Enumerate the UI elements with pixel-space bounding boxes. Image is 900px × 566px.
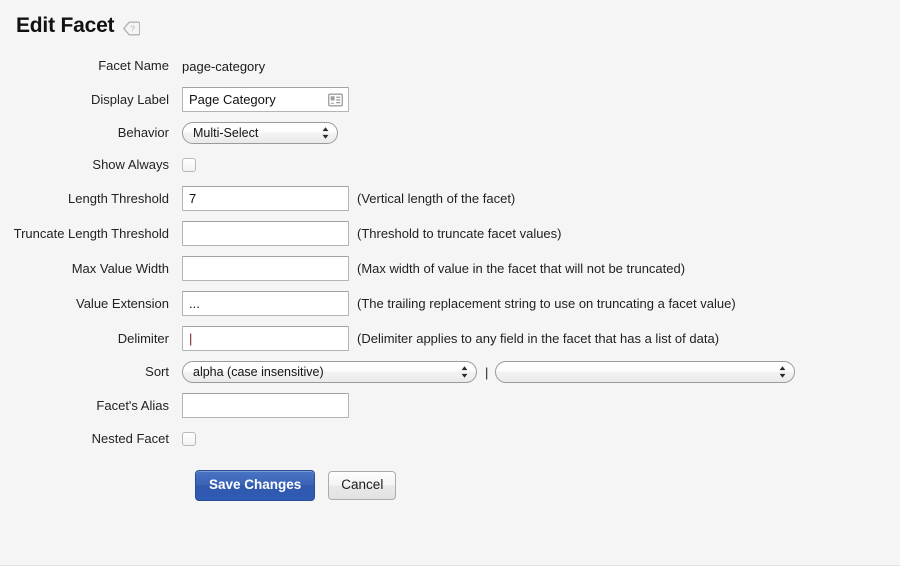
sort-separator: | — [485, 364, 489, 380]
form-row-max-value-width: Max Value Width (Max width of value in t… — [0, 256, 900, 281]
facet-name-value: page-category — [182, 58, 266, 74]
page-header: Edit Facet ? — [0, 0, 900, 38]
truncate-length-threshold-input[interactable] — [182, 221, 349, 246]
help-tag-icon[interactable]: ? — [123, 21, 141, 36]
edit-facet-form: Facet Name page-category Display Label P… — [0, 55, 900, 501]
label-max-value-width: Max Value Width — [71, 260, 169, 276]
label-length-threshold: Length Threshold — [68, 190, 169, 206]
behavior-select[interactable]: Multi-Select — [182, 122, 338, 144]
form-row-display-label: Display Label — [0, 87, 900, 112]
contact-card-icon[interactable] — [328, 93, 343, 106]
form-row-value-extension: Value Extension (The trailing replacemen… — [0, 291, 900, 316]
cancel-button[interactable]: Cancel — [328, 471, 397, 500]
form-actions: Save Changes Cancel — [0, 470, 900, 501]
value-extension-input[interactable] — [182, 291, 349, 316]
hint-delimiter: (Delimiter applies to any field in the f… — [357, 331, 720, 346]
form-row-nested-facet: Nested Facet — [0, 428, 900, 450]
form-row-truncate-length-threshold: Truncate Length Threshold (Threshold to … — [0, 221, 900, 246]
form-row-behavior: Behavior Multi-Select — [0, 122, 900, 144]
label-facet-alias: Facet's Alias — [96, 397, 169, 413]
length-threshold-input[interactable] — [182, 186, 349, 211]
display-label-input[interactable] — [182, 87, 349, 112]
page-title: Edit Facet — [16, 14, 115, 37]
hint-max-value-width: (Max width of value in the facet that wi… — [357, 261, 686, 276]
label-truncate-length-threshold: Truncate Length Threshold — [13, 225, 169, 241]
label-behavior: Behavior — [117, 125, 169, 140]
form-row-delimiter: Delimiter (Delimiter applies to any fiel… — [0, 326, 900, 351]
hint-truncate-length-threshold: (Threshold to truncate facet values) — [357, 226, 562, 241]
max-value-width-input[interactable] — [182, 256, 349, 281]
hint-value-extension: (The trailing replacement string to use … — [357, 296, 736, 311]
svg-text:?: ? — [131, 23, 136, 33]
delimiter-input[interactable] — [182, 326, 349, 351]
nested-facet-checkbox[interactable] — [182, 432, 196, 446]
hint-length-threshold: (Vertical length of the facet) — [357, 191, 516, 206]
form-row-length-threshold: Length Threshold (Vertical length of the… — [0, 186, 900, 211]
sort-secondary-select[interactable] — [495, 361, 796, 383]
label-show-always: Show Always — [92, 157, 169, 172]
label-facet-name: Facet Name — [98, 58, 169, 73]
save-changes-button[interactable]: Save Changes — [195, 470, 316, 501]
label-nested-facet: Nested Facet — [91, 431, 169, 446]
label-display-label: Display Label — [90, 91, 169, 107]
label-sort: Sort — [145, 364, 169, 379]
label-value-extension: Value Extension — [76, 295, 169, 311]
edit-facet-page: Edit Facet ? Facet Name page-category Di… — [0, 0, 900, 566]
form-row-facet-name: Facet Name page-category — [0, 55, 900, 77]
form-row-sort: Sort alpha (case insensitive) | — [0, 361, 900, 383]
label-delimiter: Delimiter — [117, 330, 169, 346]
form-row-show-always: Show Always — [0, 154, 900, 176]
show-always-checkbox[interactable] — [182, 158, 196, 172]
form-row-facet-alias: Facet's Alias — [0, 393, 900, 418]
sort-primary-select[interactable]: alpha (case insensitive) — [182, 361, 477, 383]
facet-alias-input[interactable] — [182, 393, 349, 418]
